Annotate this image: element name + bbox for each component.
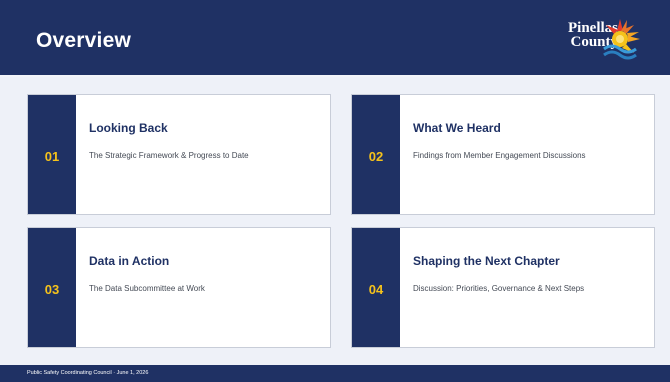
card-number-bar: 04 [352, 228, 400, 347]
card-title: Looking Back [89, 121, 168, 135]
card-description: Findings from Member Engagement Discussi… [413, 151, 586, 160]
footer-text: Public Safety Coordinating Council · Jun… [27, 370, 149, 376]
agenda-card-what-we-heard: 02 What We Heard Findings from Member En… [351, 94, 655, 215]
card-number: 01 [44, 149, 60, 164]
card-number: 04 [368, 282, 384, 297]
slide: Overview Pinellas County 01 Looking Back… [0, 0, 670, 382]
card-title: What We Heard [413, 121, 501, 135]
card-description: The Strategic Framework & Progress to Da… [89, 151, 249, 160]
card-title: Shaping the Next Chapter [413, 254, 560, 268]
agenda-card-looking-back: 01 Looking Back The Strategic Framework … [27, 94, 331, 215]
agenda-card-shaping-next-chapter: 04 Shaping the Next Chapter Discussion: … [351, 227, 655, 348]
card-number: 03 [44, 282, 60, 297]
agenda-card-data-in-action: 03 Data in Action The Data Subcommittee … [27, 227, 331, 348]
card-number-bar: 01 [28, 95, 76, 214]
card-description: Discussion: Priorities, Governance & Nex… [413, 284, 585, 293]
page-title: Overview [36, 29, 131, 52]
card-title: Data in Action [89, 254, 170, 268]
sun-logo-icon [603, 19, 640, 60]
card-number-bar: 03 [28, 228, 76, 347]
footer-bar: Public Safety Coordinating Council · Jun… [0, 365, 670, 382]
card-number: 02 [368, 149, 384, 164]
card-description: The Data Subcommittee at Work [89, 284, 205, 293]
card-number-bar: 02 [352, 95, 400, 214]
pinellas-county-logo: Pinellas County [562, 17, 648, 67]
header-bar: Overview Pinellas County [0, 0, 670, 77]
